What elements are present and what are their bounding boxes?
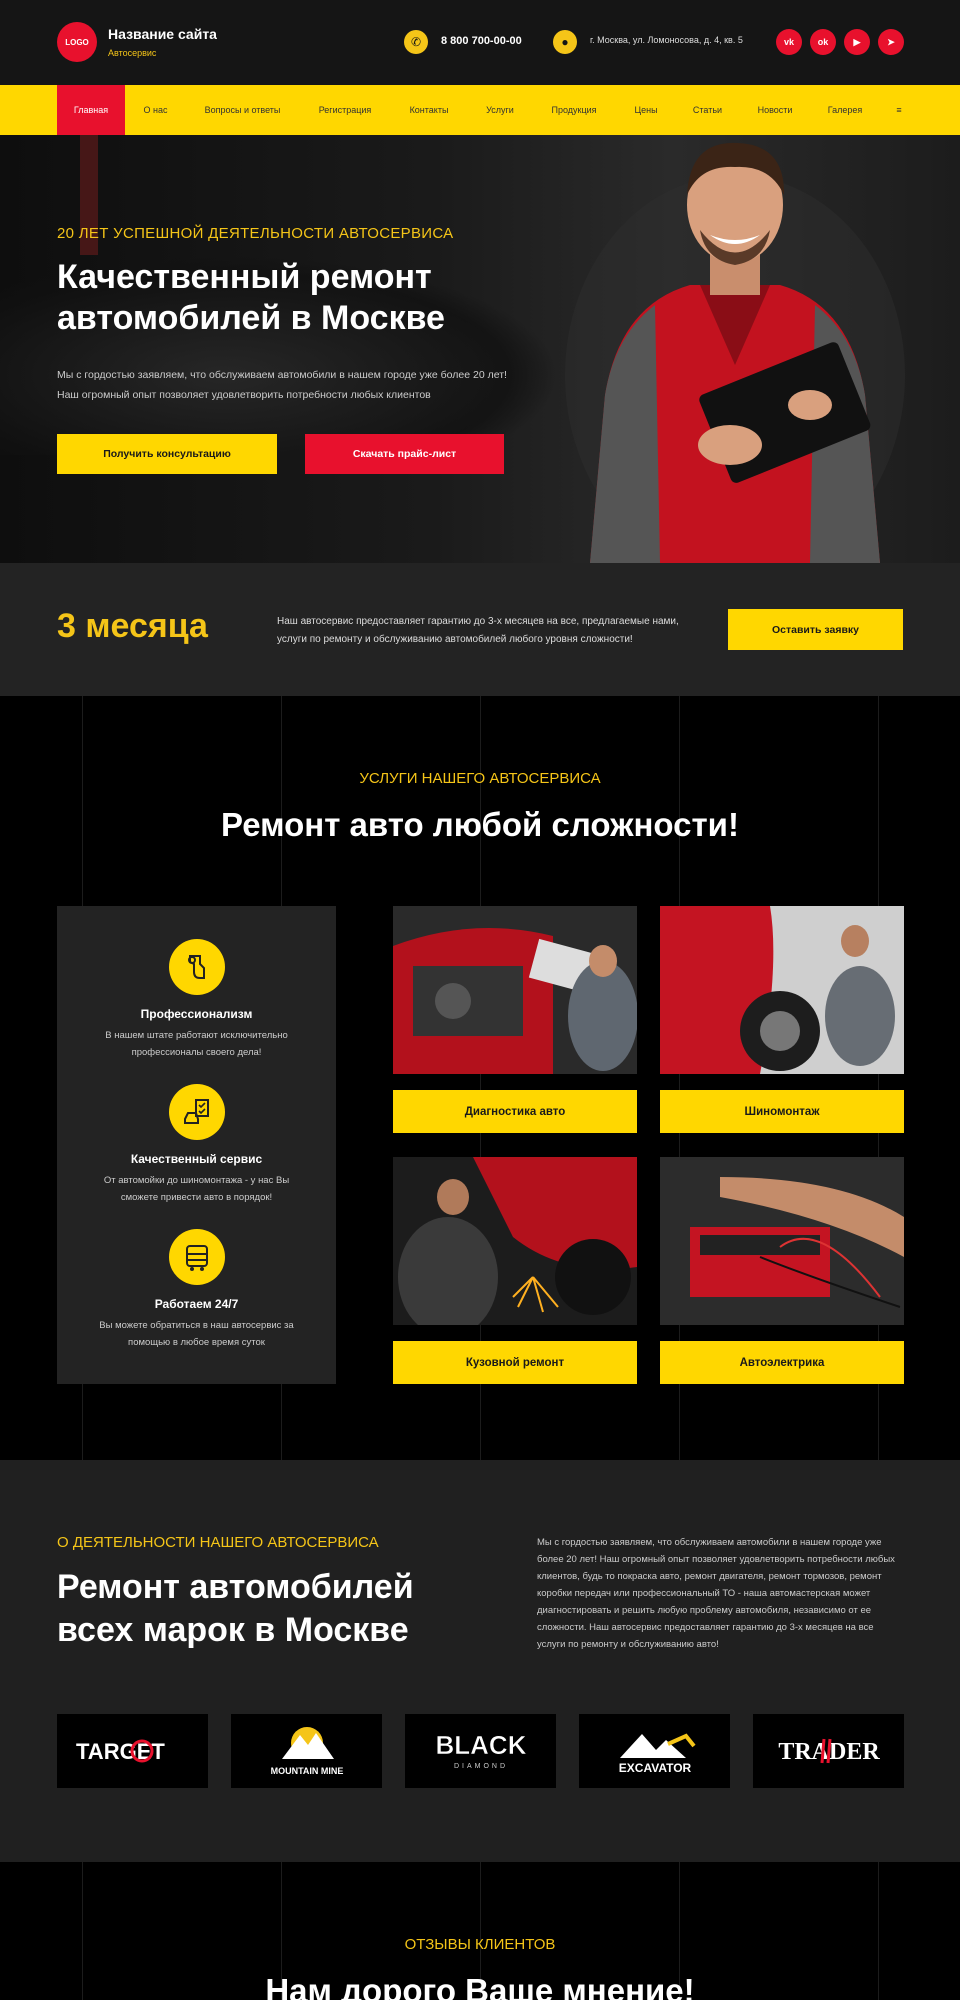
- nav-item-news[interactable]: Новости: [745, 85, 805, 135]
- phone-icon: ✆: [404, 30, 428, 54]
- brand-excavator-text: EXCAVATOR: [618, 1761, 691, 1775]
- brand-logo-trader[interactable]: TRADER: [753, 1714, 904, 1788]
- about-section: О ДЕЯТЕЛЬНОСТИ НАШЕГО АВТОСЕРВИСА Ремонт…: [0, 1460, 960, 1862]
- feature-text: От автомойки до шиномонтажа - у нас Вы с…: [103, 1175, 290, 1203]
- tire-service-photo[interactable]: [660, 906, 904, 1074]
- diagnostics-photo[interactable]: [393, 906, 637, 1074]
- hero-text: Мы с гордостью заявляем, что обслуживаем…: [57, 369, 507, 401]
- feature-text: Вы можете обратиться в наш автосервис за…: [99, 1320, 294, 1348]
- brand-logo-mountain-mine[interactable]: MOUNTAIN MINE: [231, 1714, 382, 1788]
- nav-item-home[interactable]: Главная: [57, 85, 125, 135]
- feature-item: Работаем 24/7 Вы можете обратиться в наш…: [57, 1229, 336, 1351]
- guarantee-strip: 3 месяца Наш автосервис предоставляет га…: [0, 563, 960, 696]
- phone-link[interactable]: 8 800 700-00-00: [441, 35, 522, 47]
- address: г. Москва, ул. Ломоносова, д. 4, кв. 5: [590, 35, 743, 45]
- nav-item-gallery[interactable]: Галерея: [815, 85, 875, 135]
- features-panel: Профессионализм В нашем штате работают и…: [57, 906, 336, 1384]
- hero-section: 20 ЛЕТ УСПЕШНОЙ ДЕЯТЕЛЬНОСТИ АВТОСЕРВИСА…: [0, 135, 960, 563]
- feature-text: В нашем штате работают исключительно про…: [105, 1030, 288, 1058]
- nav-item-services[interactable]: Услуги: [470, 85, 530, 135]
- download-price-button[interactable]: Скачать прайс-лист: [305, 434, 504, 474]
- reviews-kicker: ОТЗЫВЫ КЛИЕНТОВ: [404, 1936, 556, 1953]
- site-logo[interactable]: LOGO: [57, 22, 97, 62]
- brand-logo-black-diamond[interactable]: BLACK DIAMOND: [405, 1714, 556, 1788]
- brand-logo-target[interactable]: TARGET: [57, 1714, 208, 1788]
- mechanic-photo: [565, 142, 905, 563]
- brand-diamond-text: DIAMOND: [453, 1763, 507, 1770]
- body-repair-photo[interactable]: [393, 1157, 637, 1325]
- location-pin-icon: ●: [553, 30, 577, 54]
- nav-item-registration[interactable]: Регистрация: [305, 85, 385, 135]
- brand-black-text: BLACK: [435, 1730, 526, 1760]
- main-nav: Главная О нас Вопросы и ответы Регистрац…: [0, 85, 960, 135]
- car-checklist-icon: [168, 1084, 225, 1140]
- feature-title: Работаем 24/7: [154, 1297, 239, 1311]
- vk-icon[interactable]: vk: [776, 29, 802, 55]
- nav-item-faq[interactable]: Вопросы и ответы: [190, 85, 295, 135]
- services-kicker: УСЛУГИ НАШЕГО АВТОСЕРВИСА: [359, 770, 601, 787]
- top-header: LOGO Название сайта Автосервис ✆ 8 800 7…: [0, 0, 960, 85]
- feature-title: Качественный сервис: [130, 1152, 263, 1166]
- services-title: Ремонт авто любой сложности!: [221, 806, 739, 843]
- brand-logo-excavator[interactable]: EXCAVATOR: [579, 1714, 730, 1788]
- hero-title: Качественный ремонт автомобилей в Москве: [57, 258, 445, 337]
- feature-title: Профессионализм: [140, 1007, 253, 1021]
- nav-item-contacts[interactable]: Контакты: [395, 85, 463, 135]
- hero-kicker: 20 ЛЕТ УСПЕШНОЙ ДЕЯТЕЛЬНОСТИ АВТОСЕРВИСА: [57, 225, 454, 242]
- youtube-icon[interactable]: ▶: [844, 29, 870, 55]
- service-body-button[interactable]: Кузовной ремонт: [393, 1341, 637, 1384]
- about-kicker: О ДЕЯТЕЛЬНОСТИ НАШЕГО АВТОСЕРВИСА: [57, 1534, 379, 1551]
- nav-item-products[interactable]: Продукция: [538, 85, 610, 135]
- bus-clock-icon: [168, 1229, 225, 1285]
- wrench-icon: [168, 939, 225, 995]
- consult-button[interactable]: Получить консультацию: [57, 434, 277, 474]
- auto-electric-photo[interactable]: [660, 1157, 904, 1325]
- brand-mountain-text: MOUNTAIN MINE: [270, 1766, 343, 1776]
- reviews-section: ОТЗЫВЫ КЛИЕНТОВ Нам дорого Ваше мнение!: [0, 1862, 960, 2000]
- site-name: Название сайта: [108, 26, 217, 42]
- service-diagnostics-button[interactable]: Диагностика авто: [393, 1090, 637, 1133]
- nav-item-about[interactable]: О нас: [128, 85, 183, 135]
- telegram-icon[interactable]: ➤: [878, 29, 904, 55]
- nav-item-prices[interactable]: Цены: [620, 85, 672, 135]
- about-title: Ремонт автомобилей всех марок в Москве: [57, 1568, 414, 1649]
- ok-icon[interactable]: ok: [810, 29, 836, 55]
- reviews-title: Нам дорого Ваше мнение!: [265, 1972, 695, 2000]
- nav-more-icon[interactable]: ≡: [885, 85, 913, 135]
- nav-item-articles[interactable]: Статьи: [680, 85, 735, 135]
- leave-request-button[interactable]: Оставить заявку: [728, 609, 903, 650]
- feature-item: Качественный сервис От автомойки до шино…: [57, 1084, 336, 1206]
- site-subtitle: Автосервис: [108, 48, 157, 58]
- guarantee-text: Наш автосервис предоставляет гарантию до…: [277, 616, 679, 645]
- service-tire-button[interactable]: Шиномонтаж: [660, 1090, 904, 1133]
- service-electric-button[interactable]: Автоэлектрика: [660, 1341, 904, 1384]
- services-section: УСЛУГИ НАШЕГО АВТОСЕРВИСА Ремонт авто лю…: [0, 696, 960, 1460]
- feature-item: Профессионализм В нашем штате работают и…: [57, 939, 336, 1061]
- guarantee-period: 3 месяца: [57, 607, 208, 645]
- about-text: Мы с гордостью заявляем, что обслуживаем…: [537, 1537, 895, 1650]
